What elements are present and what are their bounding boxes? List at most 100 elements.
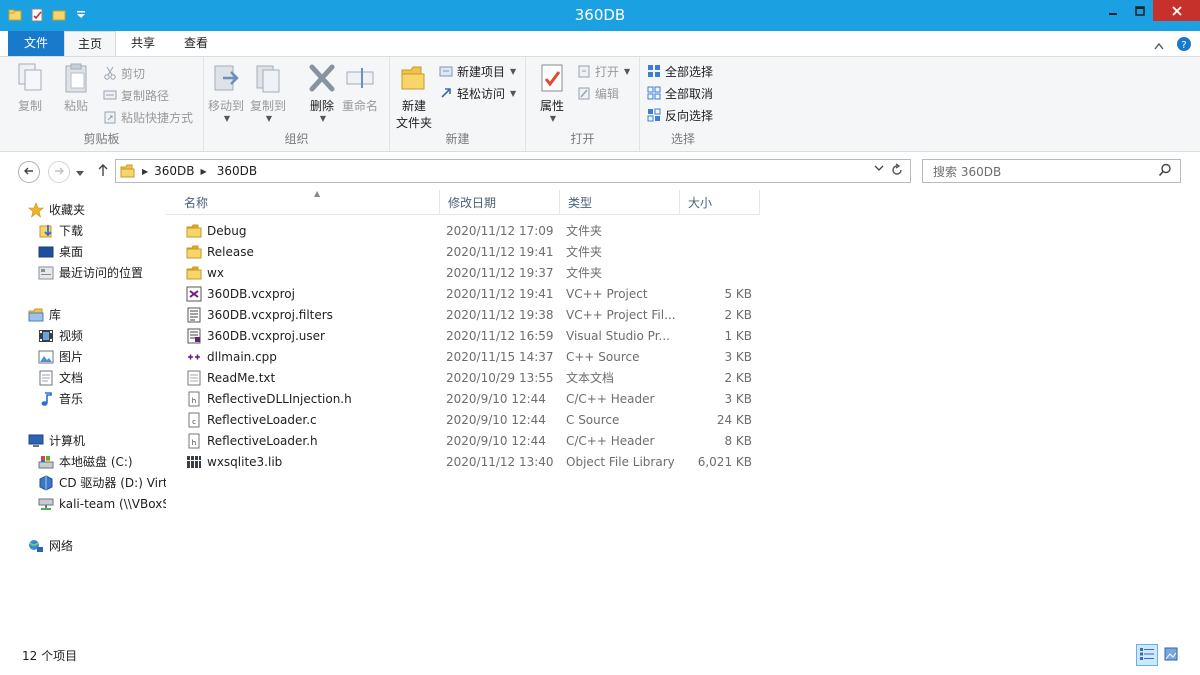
breadcrumb-item[interactable]: 360DB [217,164,257,178]
nav-label: 文档 [59,371,84,385]
copy-to-button[interactable]: 复制到 ▼ [250,61,286,123]
file-row[interactable]: 360DB.vcxproj 2020/11/12 19:41 VC++ Projec… [166,283,766,304]
file-row[interactable]: c ReflectiveLoader.c 2020/9/10 12:44 C Sour… [166,409,766,430]
file-row[interactable]: 360DB.vcxproj.filters 2020/11/12 19:38 VC+… [166,304,766,325]
tab-file[interactable]: 文件 [8,31,64,56]
tab-view[interactable]: 查看 [170,31,222,56]
move-to-button[interactable]: 移动到 ▼ [208,61,244,123]
up-button[interactable] [97,163,109,180]
file-row[interactable]: 360DB.vcxproj.user 2020/11/12 16:59 Visual… [166,325,766,346]
paste-label: 粘贴 [63,99,88,113]
refresh-icon[interactable] [890,163,904,181]
copy-button[interactable]: 复制 [14,61,46,114]
open-dropdown-icon: ▼ [624,66,631,76]
nav-kali-team[interactable]: kali-team (\\VBoxS [38,493,166,514]
column-header-size[interactable]: 大小 [680,190,760,215]
select-group-label: 选择 [670,132,695,146]
search-input[interactable]: 搜索 360DB [922,159,1181,183]
address-bar[interactable]: ▶ 360DB ▶ 360DB [115,159,911,183]
nav-downloads[interactable]: 下载 [38,220,83,241]
select-group: 全部选择 全部取消 反向选择 选择 [640,57,726,151]
select-none-label: 全部取消 [665,86,714,101]
delete-button[interactable]: 删除 ▼ [306,61,338,123]
delete-label: 删除 [309,99,334,113]
cut-button[interactable]: 剪切 [102,63,145,83]
breadcrumb-item[interactable]: 360DB ▶ [154,164,207,178]
breadcrumb-separator-icon: ▶ [142,166,149,176]
open-group: 属性 ▼ 打开 ▼ 编辑 打开 [526,57,640,151]
nav-local-disk[interactable]: 本地磁盘 (C:) [38,451,133,472]
search-icon[interactable] [1158,163,1172,180]
nav-label: 下载 [59,224,84,238]
computer-icon [28,433,44,449]
new-group-label: 新建 [445,132,470,146]
easy-access-button[interactable]: 轻松访问 ▼ [438,83,516,103]
nav-computer[interactable]: 计算机 [28,430,85,451]
nav-recent[interactable]: 最近访问的位置 [38,262,143,283]
close-button[interactable] [1153,0,1200,21]
open-button[interactable]: 打开 ▼ [576,61,630,81]
file-row[interactable]: wxsqlite3.lib 2020/11/12 13:40 Object File… [166,451,766,472]
large-icons-view-button[interactable] [1160,644,1182,666]
new-folder-button[interactable]: 新建 文件夹 [396,61,432,131]
properties-button[interactable]: 属性 ▼ [536,61,568,123]
file-name: dllmain.cpp [207,349,277,364]
column-header-name[interactable]: 名称 ▲ [176,189,440,215]
minimize-button[interactable] [1099,0,1126,21]
details-view-button[interactable] [1136,644,1158,666]
paste-shortcut-icon [102,109,118,125]
edit-button[interactable]: 编辑 [576,83,619,103]
help-icon[interactable]: ? [1176,36,1192,55]
file-name-cell: 360DB.vcxproj.user [186,328,325,344]
column-header-date[interactable]: 修改日期 [440,190,560,215]
forward-button[interactable] [48,161,70,183]
window-controls [1099,0,1200,21]
copy-path-label: 复制路径 [121,88,170,103]
arrow-right-icon [53,165,65,180]
file-name: ReflectiveLoader.h [207,433,318,448]
file-row[interactable]: ReadMe.txt 2020/10/29 13:55 文本文档 2 KB [166,367,766,388]
edit-label: 编辑 [595,86,620,101]
nav-label: CD 驱动器 (D:) Virt [59,476,166,490]
file-row[interactable]: Debug 2020/11/12 17:09 文件夹 [166,220,766,241]
nav-cd-drive[interactable]: CD 驱动器 (D:) Virt [38,472,166,493]
clipboard-group: 复制 粘贴 剪切 复制路径 粘贴快捷方式 剪贴板 [0,57,204,151]
nav-label: 视频 [59,329,84,343]
paste-shortcut-button[interactable]: 粘贴快捷方式 [102,107,193,127]
nav-pictures[interactable]: 图片 [38,346,83,367]
chevron-up-icon[interactable] [1154,39,1164,53]
file-row[interactable]: wx 2020/11/12 19:37 文件夹 [166,262,766,283]
recent-locations-dropdown[interactable] [76,166,84,180]
nav-documents[interactable]: 文档 [38,367,83,388]
file-row[interactable]: h ReflectiveDLLInjection.h 2020/9/10 12:44… [166,388,766,409]
file-name-cell: wx [186,265,224,281]
paste-button[interactable]: 粘贴 [60,61,92,114]
file-type: C/C++ Header [566,391,655,406]
nav-videos[interactable]: 视频 [38,325,83,346]
select-none-button[interactable]: 全部取消 [646,83,713,103]
column-header-type[interactable]: 类型 [560,190,680,215]
file-row[interactable]: dllmain.cpp 2020/11/15 14:37 C++ Source 3 K… [166,346,766,367]
nav-music[interactable]: 音乐 [38,388,83,409]
rename-button[interactable]: 重命名 [342,61,378,114]
new-item-button[interactable]: 新建项目 ▼ [438,61,516,81]
invert-selection-button[interactable]: 反向选择 [646,105,713,125]
back-button[interactable] [18,161,40,183]
nav-network[interactable]: 网络 [28,535,73,556]
nav-libraries[interactable]: 库 [28,304,61,325]
address-dropdown-icon[interactable] [874,164,884,175]
copy-path-button[interactable]: 复制路径 [102,85,169,105]
sort-ascending-icon: ▲ [314,189,321,198]
tab-share[interactable]: 共享 [117,31,169,56]
maximize-button[interactable] [1126,0,1153,21]
column-header-label: 大小 [688,196,713,210]
nav-favorites[interactable]: 收藏夹 [28,199,85,220]
file-name-cell: 360DB.vcxproj [186,286,295,302]
file-row[interactable]: Release 2020/11/12 19:41 文件夹 [166,241,766,262]
file-name-cell: c ReflectiveLoader.c [186,412,317,428]
tab-home[interactable]: 主页 [64,31,116,57]
select-all-button[interactable]: 全部选择 [646,61,713,81]
rename-icon [344,61,376,95]
nav-desktop[interactable]: 桌面 [38,241,83,262]
file-row[interactable]: h ReflectiveLoader.h 2020/9/10 12:44 C/C++ … [166,430,766,451]
